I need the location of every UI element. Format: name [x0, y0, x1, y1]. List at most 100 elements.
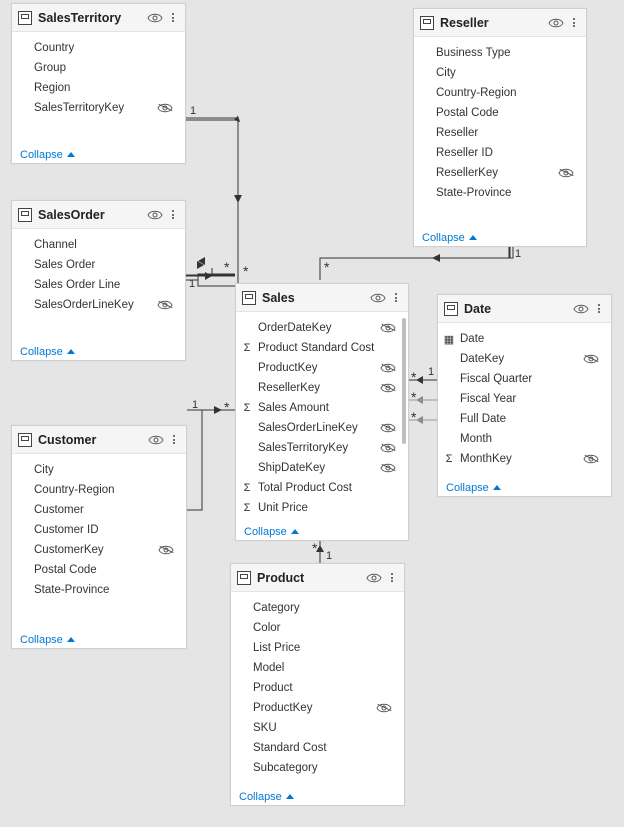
field-row[interactable]: Fiscal Quarter — [438, 369, 611, 389]
visibility-icon[interactable] — [147, 209, 163, 221]
field-list: OrderDateKeyΣProduct Standard CostProduc… — [236, 312, 408, 520]
field-row[interactable]: ▦Date — [438, 329, 611, 349]
collapse-link[interactable]: Collapse — [414, 226, 586, 248]
more-options-icon[interactable] — [568, 15, 580, 31]
collapse-link[interactable]: Collapse — [12, 628, 186, 650]
table-card-customer[interactable]: CustomerCityCountry-RegionCustomerCustom… — [11, 425, 187, 649]
field-row[interactable]: Channel — [12, 235, 185, 255]
field-row[interactable]: ΣProduct Standard Cost — [236, 338, 408, 358]
field-row[interactable]: Customer ID — [12, 520, 186, 540]
table-header[interactable]: Customer — [12, 426, 186, 454]
field-row[interactable]: Country-Region — [12, 480, 186, 500]
field-row[interactable]: Country-Region — [414, 83, 586, 103]
table-card-product[interactable]: ProductCategoryColorList PriceModelProdu… — [230, 563, 405, 806]
field-row[interactable]: CustomerKey — [12, 540, 186, 560]
more-options-icon[interactable] — [593, 301, 605, 317]
more-options-icon[interactable] — [390, 290, 402, 306]
visibility-icon[interactable] — [573, 303, 589, 315]
field-row[interactable]: City — [414, 63, 586, 83]
cardinality-1: 1 — [190, 105, 196, 117]
field-row[interactable]: List Price — [231, 638, 404, 658]
visibility-icon[interactable] — [548, 17, 564, 29]
field-row[interactable]: ΣTotal Product Cost — [236, 478, 408, 498]
table-card-salesOrder[interactable]: SalesOrder ChannelSales OrderSales Order … — [11, 200, 186, 361]
field-row[interactable]: Sales Order — [12, 255, 185, 275]
field-row[interactable]: Postal Code — [12, 560, 186, 580]
field-row[interactable]: Month — [438, 429, 611, 449]
field-row[interactable]: Full Date — [438, 409, 611, 429]
visibility-icon[interactable] — [148, 434, 164, 446]
model-canvas[interactable]: { "collapse_label": "Collapse", "tables"… — [0, 0, 624, 827]
field-row[interactable]: Sales Order Line — [12, 275, 185, 295]
field-row[interactable]: SKU — [231, 718, 404, 738]
field-row[interactable]: Reseller — [414, 123, 586, 143]
table-header[interactable]: SalesTerritory — [12, 4, 185, 32]
field-name: Month — [460, 433, 603, 445]
field-row[interactable]: ΣMonthKey — [438, 449, 611, 469]
field-name: Unit Price — [258, 502, 400, 514]
table-header[interactable]: Product — [231, 564, 404, 592]
field-row[interactable]: ProductKey — [231, 698, 404, 718]
collapse-link[interactable]: Collapse — [236, 520, 408, 542]
collapse-link[interactable]: Collapse — [12, 143, 185, 165]
more-options-icon[interactable] — [167, 10, 179, 26]
collapse-link[interactable]: Collapse — [231, 785, 404, 807]
field-row[interactable]: Country — [12, 38, 185, 58]
field-row[interactable]: Standard Cost — [231, 738, 404, 758]
more-options-icon[interactable] — [386, 570, 398, 586]
field-row[interactable]: ResellerKey — [236, 378, 408, 398]
field-row[interactable]: Reseller ID — [414, 143, 586, 163]
visibility-icon[interactable] — [366, 572, 382, 584]
field-row[interactable]: State-Province — [414, 183, 586, 203]
field-row[interactable]: SalesTerritoryKey — [236, 438, 408, 458]
field-row[interactable]: ΣUnit Price Discount Pct — [236, 518, 408, 520]
field-row[interactable]: Category — [231, 598, 404, 618]
field-row[interactable]: ΣSales Amount — [236, 398, 408, 418]
collapse-link[interactable]: Collapse — [12, 340, 185, 362]
field-row[interactable]: Postal Code — [414, 103, 586, 123]
table-header[interactable]: SalesOrder — [12, 201, 185, 229]
scrollbar[interactable] — [402, 318, 406, 514]
field-row[interactable]: ΣUnit Price — [236, 498, 408, 518]
field-row[interactable]: Group — [12, 58, 185, 78]
field-row[interactable]: ProductKey — [236, 358, 408, 378]
table-header[interactable]: Sales — [236, 284, 408, 312]
hidden-icon — [380, 322, 396, 334]
visibility-icon[interactable] — [147, 12, 163, 24]
table-icon — [237, 571, 251, 585]
field-row[interactable]: DateKey — [438, 349, 611, 369]
more-options-icon[interactable] — [168, 432, 180, 448]
table-card-date[interactable]: Date ▦Date DateKey Fiscal QuarterFiscal Yea… — [437, 294, 612, 497]
field-row[interactable]: Fiscal Year — [438, 389, 611, 409]
field-row[interactable]: City — [12, 460, 186, 480]
collapse-link[interactable]: Collapse — [438, 476, 611, 498]
field-row[interactable]: SalesOrderLineKey — [236, 418, 408, 438]
table-card-salesTerritory[interactable]: SalesTerritory CountryGroupRegionSalesTer… — [11, 3, 186, 164]
field-row[interactable]: Subcategory — [231, 758, 404, 778]
field-name: DateKey — [460, 353, 579, 365]
field-row[interactable]: ResellerKey — [414, 163, 586, 183]
field-type-icon: Σ — [240, 342, 254, 354]
field-row[interactable]: Customer — [12, 500, 186, 520]
hidden-icon — [558, 167, 574, 179]
visibility-icon[interactable] — [370, 292, 386, 304]
field-row[interactable]: State-Province — [12, 580, 186, 600]
field-row[interactable]: Region — [12, 78, 185, 98]
field-row[interactable]: Color — [231, 618, 404, 638]
table-card-reseller[interactable]: Reseller Business TypeCityCountry-RegionP… — [413, 8, 587, 247]
hidden-icon — [380, 442, 396, 454]
field-name: SKU — [253, 722, 396, 734]
field-name: Standard Cost — [253, 742, 396, 754]
field-row[interactable]: Model — [231, 658, 404, 678]
table-card-sales[interactable]: SalesOrderDateKeyΣProduct Standard CostP… — [235, 283, 409, 541]
table-header[interactable]: Date — [438, 295, 611, 323]
more-options-icon[interactable] — [167, 207, 179, 223]
field-row[interactable]: Product — [231, 678, 404, 698]
field-row[interactable]: Business Type — [414, 43, 586, 63]
field-row[interactable]: OrderDateKey — [236, 318, 408, 338]
field-row[interactable]: SalesOrderLineKey — [12, 295, 185, 315]
field-row[interactable]: SalesTerritoryKey — [12, 98, 185, 118]
field-row[interactable]: ShipDateKey — [236, 458, 408, 478]
table-header[interactable]: Reseller — [414, 9, 586, 37]
field-name: Subcategory — [253, 762, 396, 774]
